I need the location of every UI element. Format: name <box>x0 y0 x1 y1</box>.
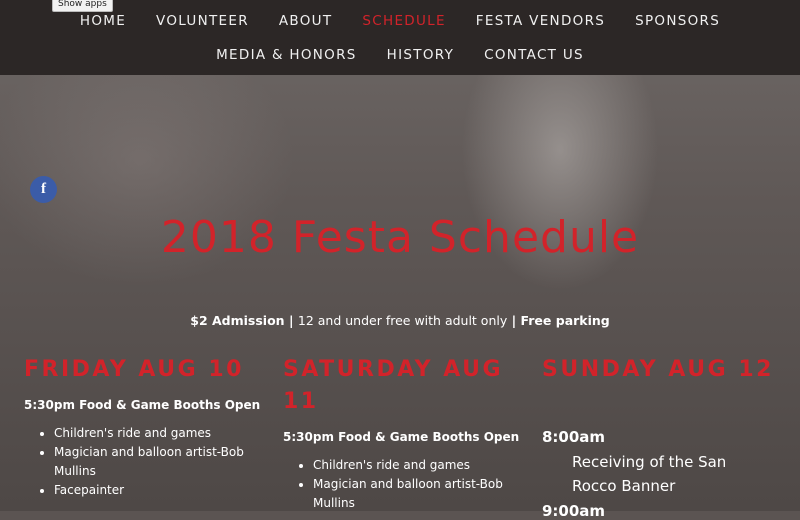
list-item: Children's ride and games <box>54 424 264 443</box>
list-item: Magician and balloon artist-Bob Mullins <box>54 443 264 481</box>
page-title: 2018 Festa Schedule <box>160 212 640 263</box>
nav-about[interactable]: ABOUT <box>279 12 333 30</box>
admission-separator-1: | <box>284 313 298 328</box>
activity-list: Children's ride and games Magician and b… <box>283 456 523 513</box>
nav-history[interactable]: HISTORY <box>387 46 454 64</box>
list-item: Magician and balloon artist-Bob Mullins <box>313 475 523 513</box>
nav-home[interactable]: HOME <box>80 12 126 30</box>
day-heading: FRIDAY AUG 10 <box>24 357 244 382</box>
event-description: Receiving of the San Rocco Banner <box>572 453 727 495</box>
schedule-saturday: SATURDAY AUG 11 5:30pm Food & Game Booth… <box>283 354 523 513</box>
nav-sponsors[interactable]: SPONSORS <box>635 12 720 30</box>
nav-row-2: MEDIA & HONORS HISTORY CONTACT US <box>0 46 800 64</box>
nav-media-honors[interactable]: MEDIA & HONORS <box>216 46 357 64</box>
nav-contact-us[interactable]: CONTACT US <box>484 46 584 64</box>
admission-parking: Free parking <box>520 313 610 328</box>
day-subheading: 5:30pm Food & Game Booths Open <box>24 398 261 412</box>
list-item: Facepainter <box>54 481 264 500</box>
list-item: Children's ride and games <box>313 456 523 475</box>
day-heading: SATURDAY AUG 11 <box>283 357 504 414</box>
nav-volunteer[interactable]: VOLUNTEER <box>156 12 249 30</box>
nav-row-1: HOME VOLUNTEER ABOUT SCHEDULE FESTA VEND… <box>0 12 800 30</box>
event-time: 8:00am <box>542 428 606 446</box>
admission-price: $2 Admission <box>190 313 285 328</box>
admission-separator-2: | <box>507 313 521 328</box>
facebook-icon[interactable]: f <box>30 176 57 203</box>
admission-info: $2 Admission | 12 and under free with ad… <box>0 313 800 328</box>
event-time: 9:00am <box>542 502 606 520</box>
show-apps-tooltip[interactable]: Show apps <box>52 0 113 12</box>
day-heading: SUNDAY AUG 12 <box>542 357 774 382</box>
schedule-sunday: SUNDAY AUG 12 8:00am Receiving of the Sa… <box>542 354 782 520</box>
top-navigation: HOME VOLUNTEER ABOUT SCHEDULE FESTA VEND… <box>0 0 800 75</box>
schedule-friday: FRIDAY AUG 10 5:30pm Food & Game Booths … <box>24 354 264 500</box>
day-subheading: 5:30pm Food & Game Booths Open <box>283 430 520 444</box>
nav-schedule[interactable]: SCHEDULE <box>362 12 445 30</box>
admission-children: 12 and under free with adult only <box>297 313 508 328</box>
activity-list: Children's ride and games Magician and b… <box>24 424 264 500</box>
nav-festa-vendors[interactable]: FESTA VENDORS <box>476 12 605 30</box>
